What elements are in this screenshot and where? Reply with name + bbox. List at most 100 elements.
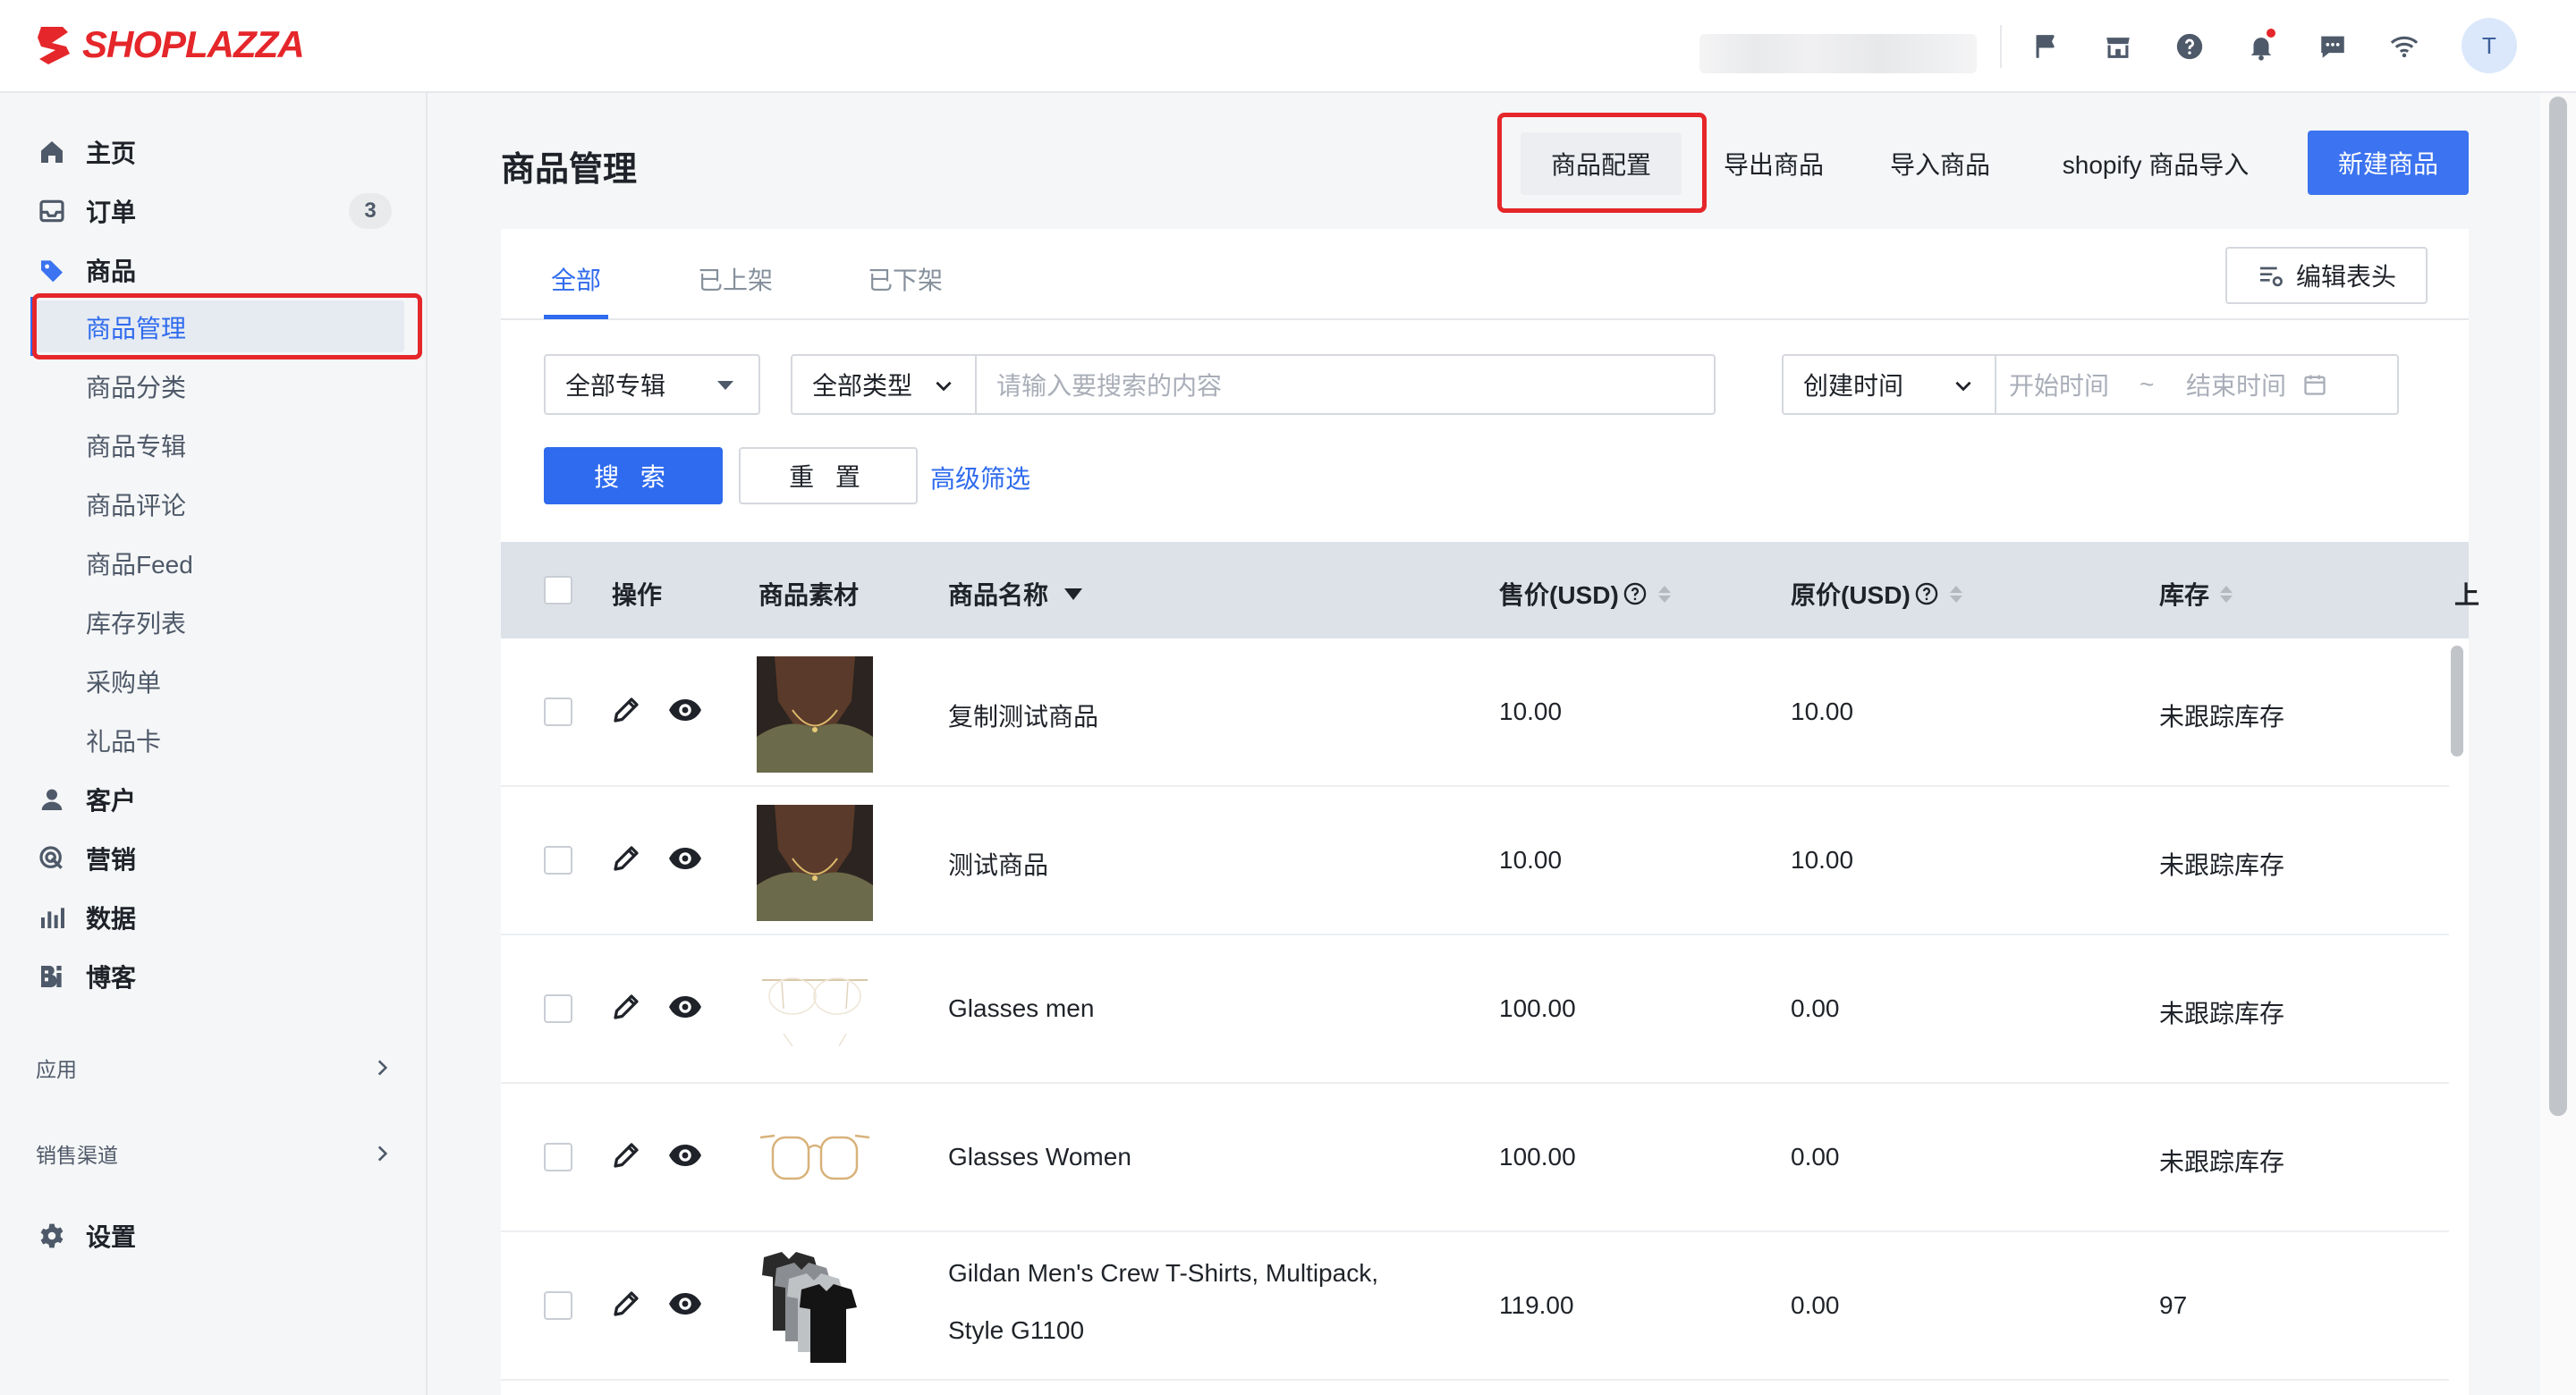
help-circle-icon[interactable] — [1914, 581, 1939, 606]
product-image-rimless-glasses[interactable] — [757, 953, 873, 1070]
sidebar-section-channels[interactable]: 销售渠道 — [36, 1136, 394, 1171]
sidebar-section-apps[interactable]: 应用 — [36, 1050, 394, 1086]
column-original-price[interactable]: 原价(USD) — [1791, 576, 1962, 612]
store-name-blurred[interactable] — [1699, 34, 1977, 73]
reset-button[interactable]: 重 置 — [739, 447, 918, 504]
product-stock: 未跟踪库存 — [2159, 1000, 2285, 1027]
logo-mark-icon — [38, 27, 70, 64]
avatar[interactable]: T — [2462, 18, 2517, 73]
sidebar-sub-feed[interactable]: 商品Feed — [86, 540, 193, 587]
tab-listed[interactable]: 已上架 — [698, 261, 773, 306]
sidebar-item-products[interactable]: 商品 — [36, 247, 394, 293]
sidebar-item-marketing[interactable]: 营销 — [36, 835, 394, 882]
search-button[interactable]: 搜 索 — [544, 447, 723, 504]
eye-icon[interactable] — [667, 694, 703, 726]
sidebar-sub-gift-cards[interactable]: 礼品卡 — [86, 717, 161, 764]
eye-icon[interactable] — [667, 991, 703, 1023]
advanced-filter-link[interactable]: 高级筛选 — [930, 460, 1030, 495]
product-image-tshirts[interactable] — [757, 1250, 873, 1366]
time-field-select[interactable]: 创建时间 — [1784, 356, 1996, 413]
sort-icon[interactable] — [1657, 585, 1671, 603]
product-stock: 未跟踪库存 — [2159, 851, 2285, 879]
page-title: 商品管理 — [501, 151, 638, 189]
date-range-picker[interactable]: 开始时间 ~ 结束时间 — [1996, 358, 2399, 411]
product-name[interactable]: Glasses Women — [948, 1143, 1131, 1171]
chevron-down-icon — [936, 381, 952, 392]
sidebar-sub-inventory[interactable]: 库存列表 — [86, 599, 186, 646]
sidebar-item-blog[interactable]: 博客 — [36, 953, 394, 1000]
column-name[interactable]: 商品名称 — [948, 576, 1083, 612]
type-select[interactable]: 全部类型 — [792, 356, 977, 413]
tab-all[interactable]: 全部 — [551, 261, 601, 306]
product-name[interactable]: Gildan Men's Crew T-Shirts, Multipack, — [948, 1259, 1378, 1288]
sidebar-sub-categories[interactable]: 商品分类 — [86, 363, 186, 410]
flag-icon[interactable] — [2027, 27, 2066, 66]
sidebar-item-home[interactable]: 主页 — [36, 129, 394, 175]
select-all-checkbox[interactable] — [544, 576, 572, 604]
product-name[interactable]: Glasses men — [948, 994, 1094, 1023]
product-name[interactable]: 测试商品 — [948, 846, 1048, 882]
table-row[interactable]: Glasses men 100.00 0.00 未跟踪库存 — [501, 935, 2451, 1084]
row-checkbox[interactable] — [544, 1143, 572, 1171]
chart-icon — [36, 901, 68, 934]
pencil-icon[interactable] — [610, 1288, 642, 1320]
sidebar-sub-purchase-orders[interactable]: 采购单 — [86, 658, 161, 705]
row-checkbox[interactable] — [544, 1291, 572, 1320]
product-name[interactable]: 复制测试商品 — [948, 698, 1098, 733]
row-checkbox[interactable] — [544, 994, 572, 1023]
sort-icon[interactable] — [1949, 585, 1962, 603]
store-icon[interactable] — [2098, 27, 2138, 66]
table-scrollbar[interactable] — [2451, 646, 2463, 757]
column-price[interactable]: 售价(USD) — [1499, 576, 1671, 612]
table-row[interactable]: 测试商品 10.00 10.00 未跟踪库存 — [501, 787, 2451, 935]
eye-icon[interactable] — [667, 1139, 703, 1171]
shopify-import-button[interactable]: shopify 商品导入 — [2048, 132, 2263, 195]
edit-columns-button[interactable]: 编辑表头 — [2225, 247, 2428, 304]
sidebar-sub-collections[interactable]: 商品专辑 — [86, 422, 186, 469]
date-separator: ~ — [2140, 370, 2155, 398]
product-name-line2[interactable]: Style G1100 — [948, 1316, 1084, 1345]
help-icon[interactable] — [2170, 27, 2209, 66]
import-products-button[interactable]: 导入商品 — [1882, 132, 1998, 195]
pencil-icon[interactable] — [610, 694, 642, 726]
sidebar-item-settings[interactable]: 设置 — [36, 1213, 394, 1259]
table-row[interactable]: Glasses Women 100.00 0.00 未跟踪库存 — [501, 1084, 2451, 1232]
row-checkbox[interactable] — [544, 846, 572, 875]
message-icon[interactable] — [2313, 27, 2352, 66]
start-date-input[interactable]: 开始时间 — [2009, 367, 2109, 402]
row-checkbox[interactable] — [544, 698, 572, 726]
bell-icon[interactable] — [2241, 27, 2281, 66]
product-stock: 未跟踪库存 — [2159, 703, 2285, 731]
column-actions: 操作 — [612, 576, 662, 612]
help-circle-icon[interactable] — [1623, 581, 1648, 606]
sidebar-item-customers[interactable]: 客户 — [36, 776, 394, 823]
collection-select[interactable]: 全部专辑 — [544, 354, 760, 415]
eye-icon[interactable] — [667, 1288, 703, 1320]
pencil-icon[interactable] — [610, 842, 642, 875]
end-date-input[interactable]: 结束时间 — [2186, 367, 2286, 402]
search-input[interactable]: 请输入要搜索的内容 — [975, 358, 1798, 411]
product-image-necklace[interactable] — [757, 656, 873, 773]
sidebar-item-orders[interactable]: 订单 3 — [36, 188, 394, 234]
sidebar-item-label: 设置 — [86, 1223, 137, 1251]
chevron-right-icon — [377, 1146, 388, 1162]
table-row[interactable]: Gildan Men's Crew T-Shirts, Multipack, S… — [501, 1232, 2451, 1381]
new-product-button[interactable]: 新建商品 — [2308, 131, 2469, 195]
product-image-necklace[interactable] — [757, 805, 873, 921]
product-image-gold-glasses[interactable] — [757, 1102, 873, 1218]
pencil-icon[interactable] — [610, 1139, 642, 1171]
tab-unlisted[interactable]: 已下架 — [868, 261, 943, 306]
sidebar-item-analytics[interactable]: 数据 — [36, 894, 394, 941]
product-price: 10.00 — [1499, 698, 1563, 725]
eye-icon[interactable] — [667, 842, 703, 875]
sort-icon[interactable] — [2220, 585, 2233, 603]
wifi-icon[interactable] — [2385, 27, 2424, 66]
page-scrollbar[interactable] — [2549, 97, 2567, 1116]
export-products-button[interactable]: 导出商品 — [1716, 132, 1832, 195]
shoplazza-logo[interactable]: SHOPLAZZA — [36, 21, 305, 68]
calendar-icon[interactable] — [2302, 372, 2327, 397]
table-row[interactable]: 复制测试商品 10.00 10.00 未跟踪库存 — [501, 638, 2451, 787]
pencil-icon[interactable] — [610, 991, 642, 1023]
column-stock[interactable]: 库存 — [2159, 576, 2233, 612]
sidebar-sub-reviews[interactable]: 商品评论 — [86, 481, 186, 528]
